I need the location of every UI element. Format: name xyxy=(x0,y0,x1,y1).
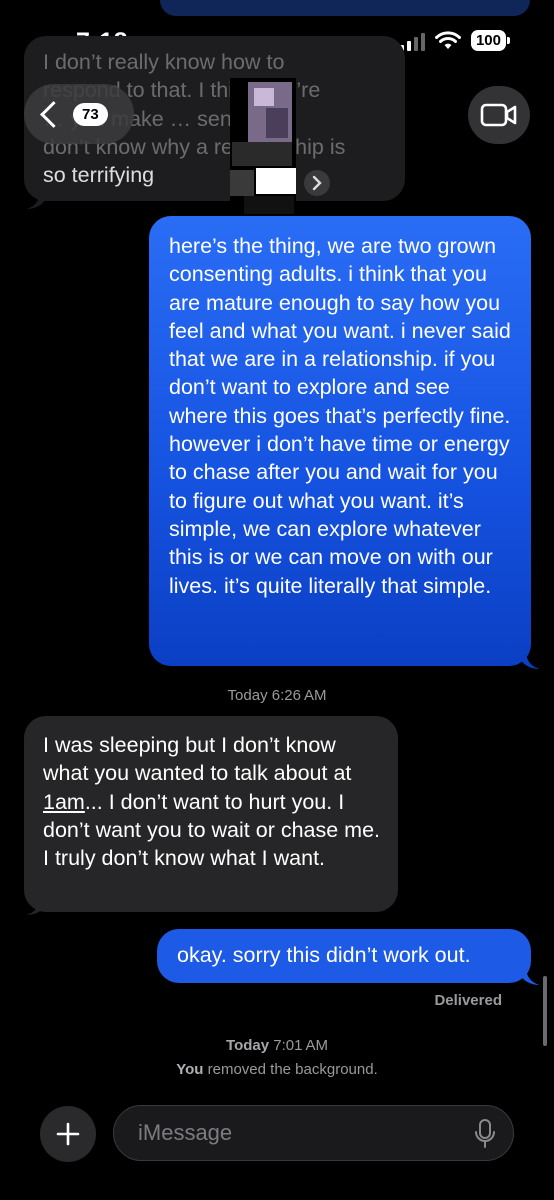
cellular-signal-icon xyxy=(399,31,425,51)
bubble-tail xyxy=(520,967,540,985)
microphone-icon[interactable] xyxy=(474,1119,496,1149)
chevron-right-icon xyxy=(304,170,330,196)
actor-name: You xyxy=(176,1061,204,1078)
message-line: so terrifying xyxy=(43,163,155,188)
chevron-left-icon xyxy=(40,100,67,128)
contact-avatar[interactable] xyxy=(230,78,296,218)
battery-icon: 100 xyxy=(470,30,510,51)
message-text: okay. sorry this didn’t work out. xyxy=(177,943,471,967)
apps-plus-button[interactable] xyxy=(40,1106,96,1162)
bubble-tail xyxy=(26,897,46,915)
plus-icon xyxy=(56,1122,80,1146)
message-text: I was sleeping but I don’t know what you… xyxy=(43,733,352,786)
video-camera-icon xyxy=(480,103,517,127)
status-icons: 100 xyxy=(399,30,510,51)
timestamp: Today 7:01 AM xyxy=(0,1037,554,1054)
message-bubble-received-2[interactable]: I was sleeping but I don’t know what you… xyxy=(24,716,398,912)
message-bubble-sent-1[interactable]: here’s the thing, we are two grown conse… xyxy=(149,216,531,666)
message-text: ... I don’t want to hurt you. I don’t wa… xyxy=(43,789,381,871)
timestamp: Today 6:26 AM xyxy=(0,687,554,704)
unread-count-badge: 73 xyxy=(73,102,108,126)
timestamp-time: 7:01 AM xyxy=(273,1037,328,1054)
wifi-icon xyxy=(434,30,461,49)
message-text: here’s the thing, we are two grown conse… xyxy=(169,234,511,598)
time-link[interactable]: 1am xyxy=(43,790,85,814)
event-text: removed the background. xyxy=(203,1061,378,1078)
timestamp-day: Today xyxy=(227,687,268,704)
background-removed-note: You removed the background. xyxy=(0,1061,554,1078)
timestamp-time: 6:26 AM xyxy=(271,687,327,704)
message-bubble-sent-2[interactable]: okay. sorry this didn’t work out. xyxy=(157,929,531,983)
previous-blue-bubble-fragment xyxy=(160,0,530,16)
back-button[interactable]: 73 xyxy=(24,84,134,144)
delivered-status: Delivered xyxy=(434,992,502,1009)
bubble-tail xyxy=(26,191,46,209)
message-input[interactable] xyxy=(113,1105,514,1161)
facetime-video-button[interactable] xyxy=(468,86,530,144)
timestamp-day: Today xyxy=(226,1037,270,1054)
message-line: I don’t really know how to xyxy=(43,50,285,74)
bubble-tail xyxy=(520,651,540,669)
battery-level: 100 xyxy=(470,30,506,51)
scrollbar[interactable] xyxy=(543,976,547,1046)
